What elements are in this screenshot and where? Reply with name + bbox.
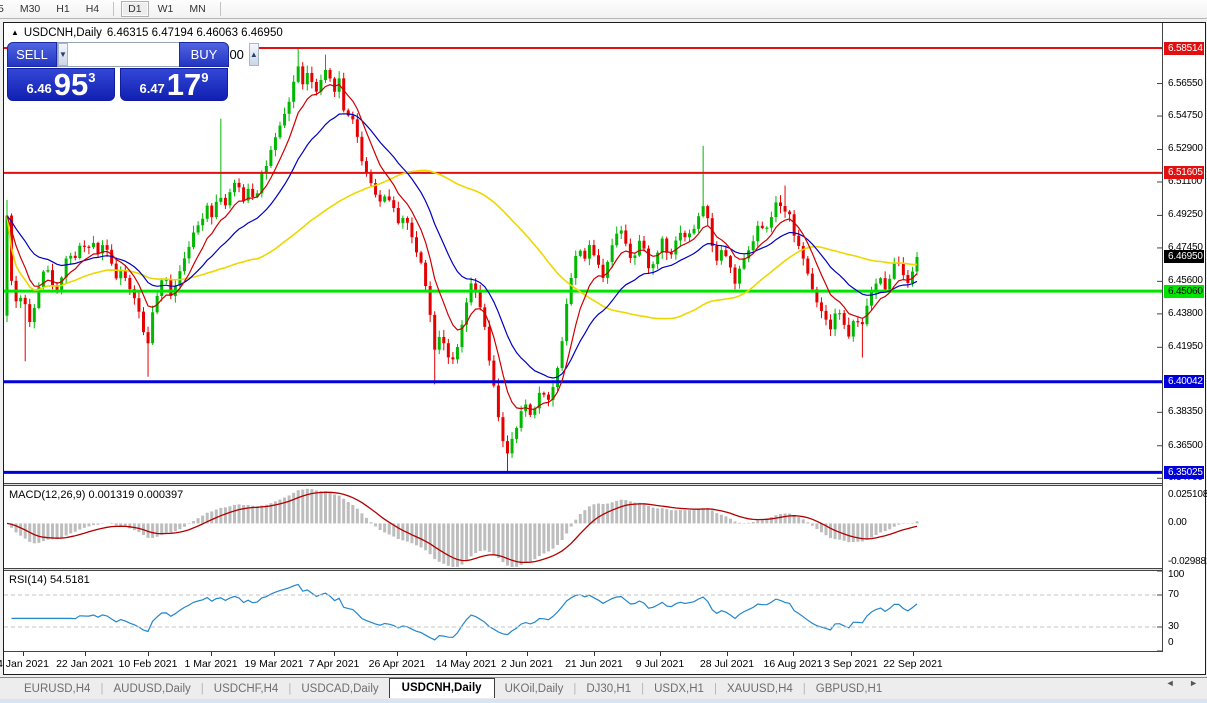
chart-ohlc-values: 6.46315 6.47194 6.46063 6.46950: [107, 27, 283, 39]
date-tick: [913, 652, 914, 656]
timeframe-button-mn[interactable]: MN: [182, 1, 212, 17]
price-tick-label: 6.54750: [1168, 110, 1203, 121]
price-level-badge: 6.40042: [1164, 375, 1204, 388]
date-tick: [397, 652, 398, 656]
chart-tab-bar: EURUSD,H4|AUDUSD,Daily|USDCHF,H4|USDCAD,…: [0, 677, 1207, 699]
date-tick-label: 2 Jun 2021: [501, 658, 553, 670]
chart-tab-gbpusd[interactable]: GBPUSD,H1: [806, 681, 892, 697]
date-tick: [23, 652, 24, 656]
date-tick-label: 14 May 2021: [436, 658, 497, 670]
macd-indicator-label: MACD(12,26,9) 0.001319 0.000397: [9, 489, 183, 501]
date-tick: [793, 652, 794, 656]
date-tick: [274, 652, 275, 656]
date-tick: [727, 652, 728, 656]
date-tick-label: 22 Jan 2021: [56, 658, 114, 670]
date-tick: [211, 652, 212, 656]
price-tick-label: 6.36500: [1168, 440, 1203, 451]
date-tick-label: 3 Sep 2021: [824, 658, 878, 670]
volume-increase-button[interactable]: ▲: [249, 43, 259, 66]
price-tick-label: 6.49250: [1168, 209, 1203, 220]
date-tick-label: 9 Jul 2021: [636, 658, 684, 670]
chart-tab-dj30[interactable]: DJ30,H1: [576, 681, 641, 697]
sell-button[interactable]: SELL: [7, 42, 57, 67]
price-level-badge: 6.35025: [1164, 466, 1204, 479]
date-tick-label: 21 Jun 2021: [565, 658, 623, 670]
date-tick-label: 26 Apr 2021: [369, 658, 426, 670]
buy-button[interactable]: BUY: [179, 42, 229, 67]
rsi-scale-label: 100: [1168, 569, 1184, 580]
chart-tab-usdchf[interactable]: USDCHF,H4: [204, 681, 289, 697]
rsi-scale-label: 30: [1168, 621, 1179, 632]
macd-scale-min: -0.029881: [1168, 556, 1207, 567]
sell-quote-box[interactable]: 6.46 95 3: [7, 68, 115, 101]
price-tick-label: 6.52900: [1168, 143, 1203, 154]
date-tick: [148, 652, 149, 656]
macd-scale-max: 0.025108: [1168, 489, 1207, 500]
volume-decrease-button[interactable]: ▼: [58, 43, 68, 66]
timeframe-button-d1[interactable]: D1: [121, 1, 148, 17]
buy-price-big: 17: [167, 71, 201, 98]
buy-price-prefix: 6.47: [139, 81, 164, 96]
sell-price-prefix: 6.46: [26, 81, 51, 96]
date-tick: [660, 652, 661, 656]
timeframe-button-h1[interactable]: H1: [49, 1, 76, 17]
price-tick-label: 6.56550: [1168, 78, 1203, 89]
date-tick: [466, 652, 467, 656]
price-level-badge: 6.51605: [1164, 166, 1204, 179]
timeframe-button-h4[interactable]: H4: [79, 1, 106, 17]
date-tick-label: 4 Jan 2021: [0, 658, 49, 670]
toolbar-separator: [220, 2, 221, 16]
date-tick: [85, 652, 86, 656]
date-tick: [851, 652, 852, 656]
price-level-badge: 6.46950: [1164, 250, 1204, 263]
tab-scroll-arrows[interactable]: ◄ ►: [1166, 678, 1204, 688]
sell-price-big: 95: [54, 71, 88, 98]
date-tick: [334, 652, 335, 656]
sell-price-pip: 3: [88, 70, 95, 85]
rsi-indicator-label: RSI(14) 54.5181: [9, 574, 90, 586]
timeframe-button-5[interactable]: 5: [0, 1, 11, 17]
volume-stepper: ▼ ▲: [57, 42, 179, 67]
chart-tab-usdcnh[interactable]: USDCNH,Daily: [389, 678, 495, 698]
date-tick: [527, 652, 528, 656]
date-tick-label: 22 Sep 2021: [883, 658, 943, 670]
rsi-scale-label: 70: [1168, 589, 1179, 600]
chart-window: ▲ USDCNH,Daily 6.46315 6.47194 6.46063 6…: [3, 22, 1206, 675]
date-axis[interactable]: 4 Jan 202122 Jan 202110 Feb 20211 Mar 20…: [4, 652, 1163, 674]
price-tick-label: 6.41950: [1168, 341, 1203, 352]
timeframe-toolbar: 5M30H1H4 D1W1MN: [0, 0, 1207, 19]
chart-tab-eurusd[interactable]: EURUSD,H4: [14, 681, 100, 697]
date-tick-label: 7 Apr 2021: [309, 658, 360, 670]
toolbar-separator: [113, 2, 114, 16]
chart-symbol-period: USDCNH,Daily: [24, 27, 102, 39]
buy-quote-box[interactable]: 6.47 17 9: [120, 68, 228, 101]
rsi-scale-label: 0: [1168, 637, 1173, 648]
timeframe-button-m30[interactable]: M30: [13, 1, 47, 17]
price-chart-plot[interactable]: [4, 23, 1163, 652]
chart-title: ▲ USDCNH,Daily 6.46315 6.47194 6.46063 6…: [11, 27, 283, 39]
buy-price-pip: 9: [201, 70, 208, 85]
date-tick-label: 16 Aug 2021: [764, 658, 823, 670]
price-tick-label: 6.43800: [1168, 308, 1203, 319]
chart-tab-audusd[interactable]: AUDUSD,Daily: [103, 681, 200, 697]
price-level-badge: 6.58514: [1164, 42, 1204, 55]
chart-tab-usdx[interactable]: USDX,H1: [644, 681, 714, 697]
date-tick-label: 28 Jul 2021: [700, 658, 754, 670]
date-tick-label: 19 Mar 2021: [245, 658, 304, 670]
price-tick-label: 6.38350: [1168, 406, 1203, 417]
price-axis[interactable]: 6.565506.547506.529006.511006.492506.474…: [1163, 23, 1205, 652]
price-level-badge: 6.45060: [1164, 285, 1204, 298]
date-tick-label: 10 Feb 2021: [119, 658, 178, 670]
timeframe-button-w1[interactable]: W1: [151, 1, 181, 17]
one-click-trading-panel: SELL ▼ ▲ BUY 6.46 95 3 6.47 17 9: [7, 42, 229, 102]
macd-scale-zero: 0.00: [1168, 517, 1187, 528]
chart-tab-ukoil[interactable]: UKOil,Daily: [495, 681, 574, 697]
date-tick: [594, 652, 595, 656]
collapse-triangle-icon[interactable]: ▲: [11, 28, 19, 37]
bottom-edge-strip: [0, 699, 1207, 703]
date-tick-label: 1 Mar 2021: [184, 658, 237, 670]
chart-tab-usdcad[interactable]: USDCAD,Daily: [291, 681, 388, 697]
chart-tab-xauusd[interactable]: XAUUSD,H4: [717, 681, 803, 697]
